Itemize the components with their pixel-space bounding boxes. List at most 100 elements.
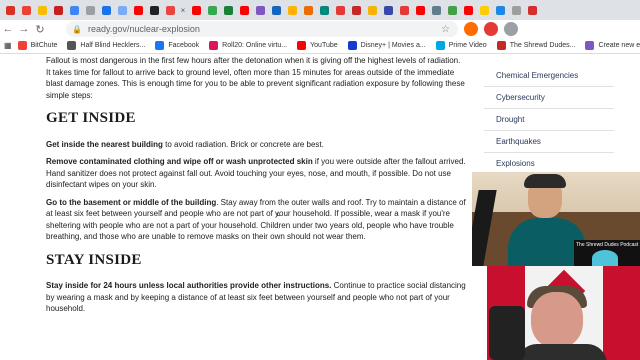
extensions-area <box>458 22 518 36</box>
tab-favicon-icon <box>133 5 143 15</box>
browser-tab[interactable] <box>205 3 219 17</box>
bookmark-favicon-icon <box>496 41 506 50</box>
tab-favicon-icon <box>351 5 361 15</box>
browser-tab[interactable] <box>131 3 145 17</box>
tab-favicon-icon <box>239 5 249 15</box>
browser-tab[interactable] <box>365 3 379 17</box>
sidebar-item-cybersecurity[interactable]: Cybersecurity <box>484 87 614 109</box>
browser-tab[interactable] <box>189 3 203 17</box>
paragraph-basement: Go to the basement or middle of the buil… <box>46 197 466 243</box>
guest-head <box>531 292 583 348</box>
intro-paragraph: Fallout is most dangerous in the first f… <box>46 56 465 100</box>
browser-tab[interactable] <box>413 3 427 17</box>
bookmark-favicon-icon <box>17 41 27 50</box>
browser-tab[interactable] <box>349 3 363 17</box>
browser-tab[interactable] <box>163 3 177 17</box>
tab-favicon-icon <box>527 5 537 15</box>
bold-text: Go to the basement or middle of the buil… <box>46 197 217 207</box>
host-cap <box>524 174 566 188</box>
tab-favicon-icon <box>447 5 457 15</box>
browser-tab[interactable] <box>317 3 331 17</box>
tab-close-icon[interactable]: × <box>178 6 188 15</box>
browser-tab[interactable] <box>397 3 411 17</box>
browser-tab[interactable] <box>19 3 33 17</box>
tab-favicon-icon <box>191 5 201 15</box>
screen: × ← → ↻ 🔒 ready.gov/nuclear-explosion ☆ … <box>0 0 640 360</box>
paragraph-get-inside: Get inside the nearest building to avoid… <box>46 139 466 151</box>
browser-tab[interactable] <box>493 3 507 17</box>
webcam-feed-host: The Shrewd Dudes Podcast <box>472 172 640 266</box>
bold-text: Get inside the nearest building <box>46 139 163 149</box>
browser-tab[interactable] <box>509 3 523 17</box>
bookmarks-bar: ▦ BitChute Half Blind Hecklers... Facebook… <box>0 38 640 54</box>
bookmark-item[interactable]: Disney+ | Movies a... <box>347 41 426 50</box>
browser-tab[interactable] <box>221 3 235 17</box>
bookmark-item[interactable]: The Shrewd Dudes... <box>496 41 575 50</box>
browser-tab[interactable] <box>301 3 315 17</box>
tab-favicon-icon <box>383 5 393 15</box>
browser-tab[interactable] <box>269 3 283 17</box>
browser-tab[interactable] <box>67 3 81 17</box>
bookmark-label: Half Blind Hecklers... <box>80 42 146 49</box>
browser-tab[interactable] <box>253 3 267 17</box>
bold-text: Stay inside for 24 hours unless local au… <box>46 281 332 290</box>
apps-icon[interactable]: ▦ <box>4 41 12 50</box>
extension-icon[interactable] <box>504 22 518 36</box>
browser-tab[interactable] <box>285 3 299 17</box>
bookmark-item[interactable]: Facebook <box>155 41 199 50</box>
heading-get-inside: GET INSIDE <box>46 110 136 126</box>
extension-icon[interactable] <box>464 22 478 36</box>
sidebar-item-chemical-emergencies[interactable]: Chemical Emergencies <box>484 65 614 87</box>
url-text: ready.gov/nuclear-explosion <box>87 24 200 34</box>
browser-toolbar: ← → ↻ 🔒 ready.gov/nuclear-explosion ☆ <box>0 20 640 38</box>
browser-tab[interactable] <box>445 3 459 17</box>
microphone <box>489 306 525 360</box>
tab-favicon-icon <box>303 5 313 15</box>
forward-button[interactable]: → <box>16 21 32 37</box>
address-bar[interactable]: 🔒 ready.gov/nuclear-explosion ☆ <box>66 21 458 37</box>
browser-tab[interactable] <box>115 3 129 17</box>
bookmark-item[interactable]: BitChute <box>17 41 57 50</box>
sidebar-item-earthquakes[interactable]: Earthquakes <box>484 131 614 153</box>
bookmark-favicon-icon <box>297 41 307 50</box>
tab-favicon-icon <box>319 5 329 15</box>
tab-favicon-icon <box>255 5 265 15</box>
bookmark-star-icon[interactable]: ☆ <box>441 24 450 35</box>
browser-tab[interactable] <box>35 3 49 17</box>
bookmark-label: YouTube <box>310 42 338 49</box>
browser-tab[interactable] <box>237 3 251 17</box>
bookmark-item[interactable]: Prime Video <box>435 41 487 50</box>
bookmark-item[interactable]: Roll20: Online virtu... <box>209 41 287 50</box>
browser-tab[interactable] <box>99 3 113 17</box>
tab-favicon-icon <box>85 5 95 15</box>
browser-tab[interactable] <box>51 3 65 17</box>
browser-tab[interactable] <box>3 3 17 17</box>
back-button[interactable]: ← <box>0 21 16 37</box>
browser-tab[interactable] <box>147 3 161 17</box>
paragraph-remove-clothing: Remove contaminated clothing and wipe of… <box>46 156 466 191</box>
browser-tab[interactable] <box>83 3 97 17</box>
tab-favicon-icon <box>223 5 233 15</box>
bookmark-item[interactable]: Half Blind Hecklers... <box>67 41 145 50</box>
browser-tab[interactable] <box>461 3 475 17</box>
browser-tab[interactable] <box>333 3 347 17</box>
bookmark-item[interactable]: YouTube <box>297 41 338 50</box>
browser-tab[interactable] <box>477 3 491 17</box>
tab-favicon-icon <box>463 5 473 15</box>
tab-favicon-icon <box>271 5 281 15</box>
reload-button[interactable]: ↻ <box>32 21 48 37</box>
hazard-sidebar: Chemical Emergencies Cybersecurity Droug… <box>484 55 614 175</box>
heading-stay-inside: STAY INSIDE <box>46 251 142 268</box>
tab-strip: × <box>0 0 640 20</box>
tab-favicon-icon <box>415 5 425 15</box>
podcast-logo-face <box>592 250 618 266</box>
bookmark-item[interactable]: Create new episode... <box>585 41 640 50</box>
podcast-logo-text: The Shrewd Dudes Podcast <box>576 242 639 248</box>
sidebar-item-drought[interactable]: Drought <box>484 109 614 131</box>
browser-tab[interactable] <box>381 3 395 17</box>
bookmark-favicon-icon <box>67 41 77 50</box>
bold-text: Remove contaminated clothing and wipe of… <box>46 157 313 166</box>
browser-tab[interactable] <box>429 3 443 17</box>
extension-icon[interactable] <box>484 22 498 36</box>
browser-tab[interactable] <box>525 3 539 17</box>
